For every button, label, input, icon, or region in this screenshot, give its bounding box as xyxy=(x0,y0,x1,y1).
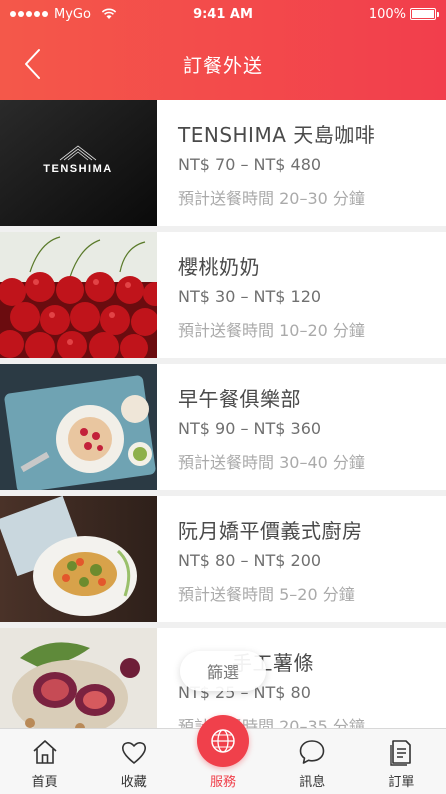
restaurant-price: NT$ 80 – NT$ 200 xyxy=(178,551,322,570)
tab-services[interactable]: 服務 xyxy=(178,715,267,794)
restaurant-name: TENSHIMA 天島咖啡 xyxy=(178,123,376,147)
tab-home[interactable]: 首頁 xyxy=(0,729,89,794)
tab-messages[interactable]: 訊息 xyxy=(268,729,357,794)
restaurant-thumbnail xyxy=(0,232,157,358)
app-header: MyGo 9:41 AM 100% 訂餐外送 xyxy=(0,0,446,100)
globe-icon xyxy=(211,729,235,753)
status-right: 100% xyxy=(368,6,439,22)
restaurant-price: NT$ 30 – NT$ 120 xyxy=(178,287,322,306)
restaurant-info: 早午餐俱樂部 NT$ 90 – NT$ 360 預計送餐時間 30–40 分鐘 xyxy=(157,364,365,490)
chat-icon xyxy=(299,740,325,764)
wifi-icon xyxy=(101,8,117,19)
restaurant-row[interactable]: 早午餐俱樂部 NT$ 90 – NT$ 360 預計送餐時間 30–40 分鐘 xyxy=(0,364,446,490)
tab-label: 訊息 xyxy=(299,775,326,790)
status-bar: MyGo 9:41 AM 100% xyxy=(0,0,446,28)
battery-icon xyxy=(410,8,439,20)
restaurant-eta: 預計送餐時間 30–40 分鐘 xyxy=(178,453,365,472)
restaurant-name: 櫻桃奶奶 xyxy=(178,255,260,279)
heart-icon xyxy=(121,742,146,764)
restaurant-eta: 預計送餐時間 5–20 分鐘 xyxy=(178,585,355,604)
carrier-label: MyGo xyxy=(54,6,91,22)
restaurant-price: NT$ 70 – NT$ 480 xyxy=(178,155,322,174)
restaurant-info: TENSHIMA 天島咖啡 NT$ 70 – NT$ 480 預計送餐時間 20… xyxy=(157,100,375,226)
tab-bar: 首頁 收藏 服務 訊息 訂單 xyxy=(0,715,446,794)
restaurant-row[interactable]: 阮月嬌平價義式廚房 NT$ 80 – NT$ 200 預計送餐時間 5–20 分… xyxy=(0,496,446,622)
restaurant-eta: 預計送餐時間 20–30 分鐘 xyxy=(178,189,365,208)
receipt-icon xyxy=(390,740,412,766)
restaurant-name: 早午餐俱樂部 xyxy=(178,387,301,411)
restaurant-price: NT$ 90 – NT$ 360 xyxy=(178,419,322,438)
tab-label: 服務 xyxy=(210,775,237,790)
restaurant-info: 櫻桃奶奶 NT$ 30 – NT$ 120 預計送餐時間 10–20 分鐘 xyxy=(157,232,365,358)
page-title: 訂餐外送 xyxy=(182,54,263,77)
tab-label: 訂單 xyxy=(388,775,415,790)
signal-icon xyxy=(10,11,48,17)
tab-orders[interactable]: 訂單 xyxy=(357,729,446,794)
restaurant-info: 阮月嬌平價義式廚房 NT$ 80 – NT$ 200 預計送餐時間 5–20 分… xyxy=(157,496,363,622)
restaurant-eta: 預計送餐時間 10–20 分鐘 xyxy=(178,321,365,340)
tab-label: 首頁 xyxy=(31,775,58,790)
filter-button[interactable]: 篩選 xyxy=(180,651,266,691)
back-button[interactable] xyxy=(14,46,50,82)
logo-text: TENSHIMA xyxy=(43,163,112,175)
restaurant-row[interactable]: TENSHIMA TENSHIMA 天島咖啡 NT$ 70 – NT$ 480 … xyxy=(0,100,446,226)
services-button[interactable] xyxy=(197,715,249,767)
restaurant-name: 阮月嬌平價義式廚房 xyxy=(178,519,363,543)
chevron-left-icon xyxy=(25,49,40,79)
restaurant-thumbnail xyxy=(0,496,157,622)
restaurant-thumbnail: TENSHIMA xyxy=(0,100,157,226)
home-icon xyxy=(33,740,57,764)
tab-favorites[interactable]: 收藏 xyxy=(89,729,178,794)
battery-label: 100% xyxy=(368,6,406,22)
restaurant-row[interactable]: 櫻桃奶奶 NT$ 30 – NT$ 120 預計送餐時間 10–20 分鐘 xyxy=(0,232,446,358)
status-left: MyGo xyxy=(10,7,117,22)
restaurant-thumbnail xyxy=(0,364,157,490)
tab-label: 收藏 xyxy=(120,775,147,790)
nav-bar: 訂餐外送 xyxy=(0,28,446,100)
